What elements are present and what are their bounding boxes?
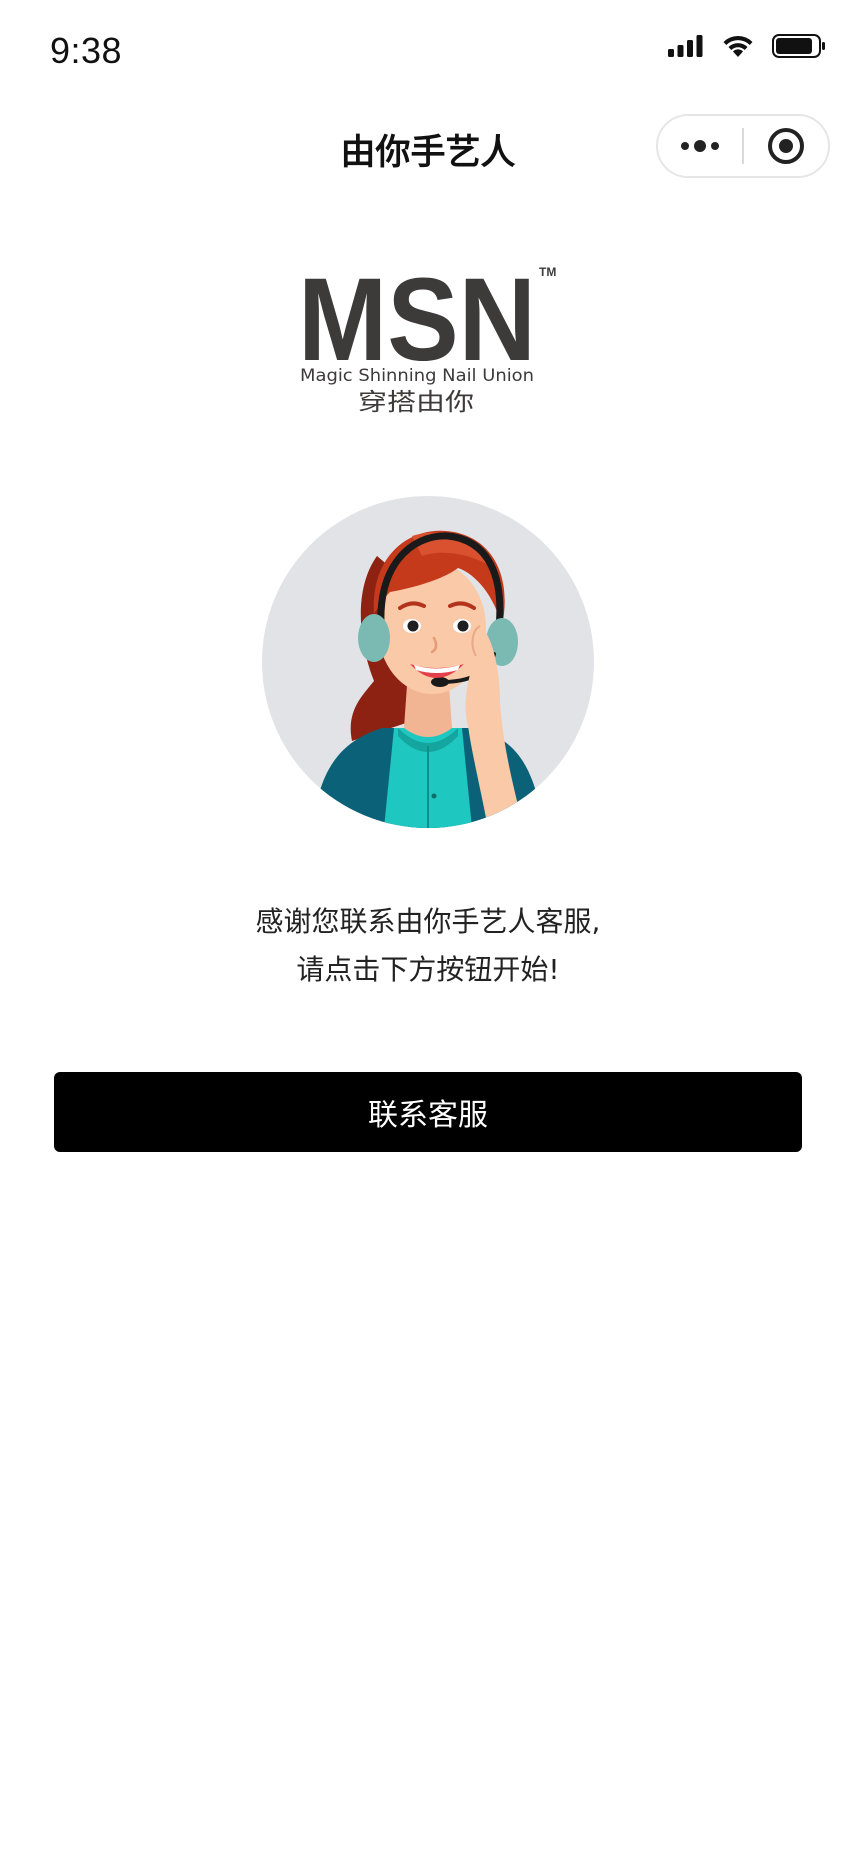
contact-service-button[interactable]: 联系客服 [54, 1072, 802, 1152]
more-button[interactable] [658, 116, 742, 176]
status-time: 9:38 [50, 30, 123, 71]
welcome-message: 感谢您联系由你手艺人客服, 请点击下方按钮开始! [0, 898, 856, 994]
message-line-1: 感谢您联系由你手艺人客服, [255, 905, 601, 938]
status-bar: 9:38 [0, 0, 856, 104]
wifi-icon [723, 35, 753, 57]
logo-tagline: Magic Shinning Nail Union [300, 366, 534, 386]
cellular-signal-icon [668, 35, 703, 57]
logo-trademark: TM [539, 265, 556, 279]
battery-icon [772, 34, 825, 58]
close-button[interactable] [744, 116, 828, 176]
close-target-icon [768, 128, 804, 164]
message-line-2: 请点击下方按钮开始! [296, 953, 560, 986]
customer-service-avatar [262, 496, 594, 828]
nav-bar: 由你手艺人 [0, 104, 856, 192]
more-dots-icon [681, 140, 719, 152]
status-icons [668, 34, 826, 58]
logo-slogan: 穿搭由你 [358, 388, 474, 416]
mini-program-capsule [656, 114, 830, 178]
brand-logo: MSN TM Magic Shinning Nail Union 穿搭由你 [298, 260, 556, 416]
